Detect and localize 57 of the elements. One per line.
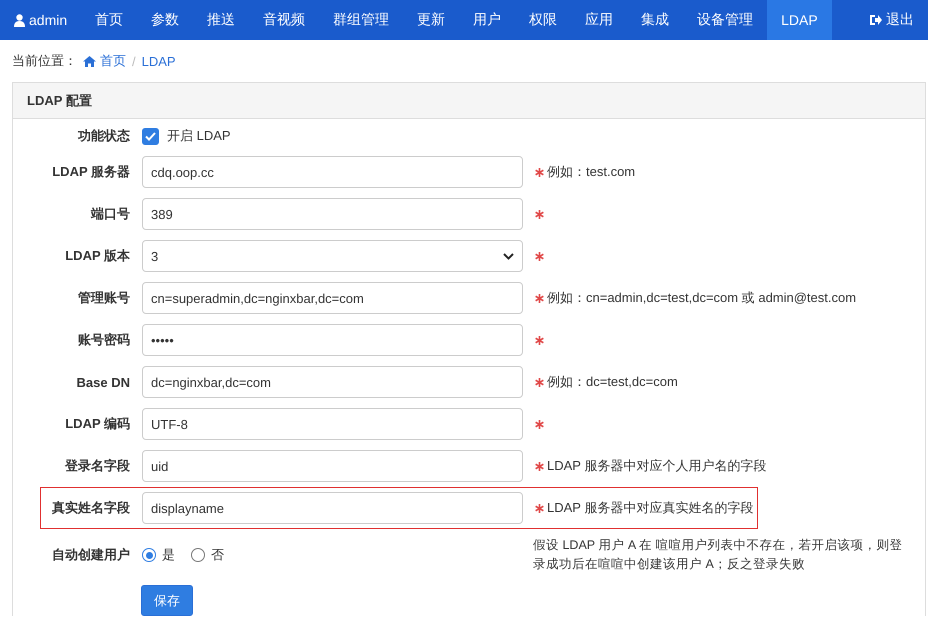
nav-tab[interactable]: 用户 — [459, 0, 516, 40]
field-hint: 例如：dc=test,dc=com — [547, 373, 678, 391]
field-hint: LDAP 服务器中对应真实姓名的字段 — [547, 499, 754, 517]
text-field[interactable]: UTF-8 — [142, 408, 523, 440]
logout-icon — [869, 14, 882, 26]
text-field[interactable]: 389 — [142, 198, 523, 230]
radio-label: 是 — [162, 546, 175, 564]
nav-tab[interactable]: 设备管理 — [683, 0, 768, 40]
field-label: 真实姓名字段 — [51, 499, 130, 517]
breadcrumb-link[interactable]: LDAP — [142, 54, 176, 68]
radio-button[interactable] — [142, 548, 156, 562]
field-label: 账号密码 — [77, 331, 130, 349]
user-icon — [14, 14, 25, 26]
version-select[interactable]: 3 — [142, 240, 523, 272]
field-hint: 例如：test.com — [547, 163, 636, 181]
breadcrumb-separator: / — [132, 54, 136, 68]
field-label: LDAP 服务器 — [51, 163, 130, 181]
nav-tab[interactable]: 权限 — [515, 0, 572, 40]
logout-link[interactable]: 退出 — [855, 0, 928, 40]
field-hint: LDAP 服务器中对应个人用户名的字段 — [547, 457, 766, 475]
text-field[interactable]: dc=nginxbar,dc=com — [142, 366, 523, 398]
field-label: 管理账号 — [77, 289, 130, 307]
checkbox-label: 开启 LDAP — [167, 127, 231, 145]
field-label: 登录名字段 — [64, 457, 130, 475]
field-label: 功能状态 — [76, 127, 130, 145]
nav-tab[interactable]: 更新 — [403, 0, 460, 40]
field-label: 端口号 — [90, 205, 130, 223]
field-label: LDAP 编码 — [64, 415, 130, 433]
text-field[interactable]: cn=superadmin,dc=nginxbar,dc=com — [142, 282, 523, 314]
breadcrumb-link[interactable]: 首页 — [83, 52, 126, 70]
breadcrumb-label: 当前位置： — [12, 52, 77, 70]
nav-tab[interactable]: 参数 — [137, 0, 194, 40]
save-button[interactable]: 保存 — [141, 585, 193, 616]
radio-button[interactable] — [191, 548, 205, 562]
field-label: 自动创建用户 — [51, 546, 130, 564]
nav-tab[interactable]: 应用 — [571, 0, 628, 40]
nav-tab[interactable]: LDAP — [767, 0, 832, 40]
nav-tab[interactable]: 集成 — [627, 0, 684, 40]
text-field[interactable]: ••••• — [142, 324, 523, 356]
field-label: LDAP 版本 — [64, 247, 130, 265]
checkbox[interactable] — [142, 128, 159, 144]
radio-label: 否 — [211, 546, 224, 564]
home-icon — [83, 56, 96, 66]
field-hint: 例如：cn=admin,dc=test,dc=com 或 admin@test.com — [547, 289, 856, 307]
user-menu[interactable]: admin — [0, 0, 82, 40]
panel-title: LDAP 配置 — [13, 83, 925, 119]
nav-tab[interactable]: 群组管理 — [319, 0, 404, 40]
checkmark-icon — [145, 132, 156, 140]
text-field[interactable]: cdq.oop.cc — [142, 156, 523, 188]
field-label: Base DN — [76, 374, 130, 390]
chevron-down-icon — [503, 252, 514, 260]
text-field[interactable]: uid — [142, 450, 523, 482]
text-field[interactable]: displayname — [142, 492, 523, 524]
field-hint: 假设 LDAP 用户 A 在 喧喧用户列表中不存在，若开启该项，则登录成功后在喧喧中创建该用户 A；反之登录失败 — [533, 537, 904, 573]
nav-tab[interactable]: 首页 — [81, 0, 138, 40]
nav-tab[interactable]: 音视频 — [249, 0, 320, 40]
nav-tab[interactable]: 推送 — [193, 0, 250, 40]
